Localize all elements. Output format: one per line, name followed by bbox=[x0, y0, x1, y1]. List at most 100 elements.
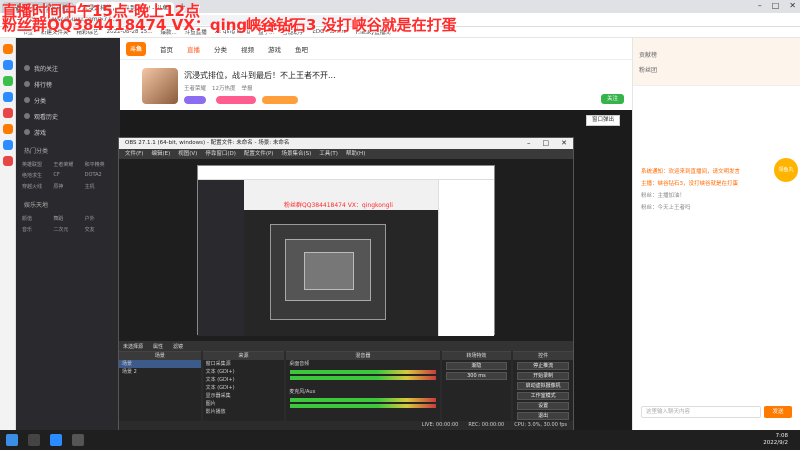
sidebar-item-label: 观看历史 bbox=[34, 113, 59, 121]
minimize-icon[interactable]: – bbox=[758, 1, 762, 10]
sidebar-item-games[interactable]: 游戏 bbox=[16, 124, 120, 140]
report-link[interactable]: 举报 bbox=[242, 84, 253, 92]
app-icon[interactable] bbox=[2, 44, 13, 54]
send-button[interactable]: 发送 bbox=[764, 406, 792, 418]
app-icon[interactable] bbox=[2, 92, 13, 102]
obs-title: OBS 27.1.1 (64-bit, windows) - 配置文件: 未命名… bbox=[125, 140, 290, 146]
streamer-avatar[interactable] bbox=[142, 68, 178, 104]
contribution-tab[interactable]: 贡献榜 bbox=[639, 50, 800, 59]
menu-file[interactable]: 文件(F) bbox=[125, 149, 143, 159]
chat-input[interactable]: 这里输入聊天内容 bbox=[641, 406, 761, 418]
fan-club-tab[interactable]: 粉丝团 bbox=[639, 65, 800, 74]
dock-title: 来源 bbox=[202, 352, 285, 360]
source-item[interactable]: 文本 (GDI+) bbox=[203, 376, 285, 384]
stop-stream-button[interactable]: 停止推流 bbox=[517, 362, 570, 370]
popout-button[interactable]: 窗口弹出 bbox=[586, 115, 621, 126]
nested-browser-capture: 粉丝群QQ384418474 VX：qingkongli bbox=[197, 165, 495, 336]
app-icon[interactable] bbox=[2, 140, 13, 150]
category-link[interactable]: 户外 bbox=[85, 215, 114, 222]
windows-start-icon[interactable] bbox=[6, 434, 18, 446]
obs-taskbar-icon[interactable] bbox=[72, 434, 84, 446]
source-item[interactable]: 文本 (GDI+) bbox=[203, 384, 285, 392]
nav-games[interactable]: 游戏 bbox=[268, 44, 281, 54]
obs-preview[interactable]: 粉丝群QQ384418474 VX：qingkongli bbox=[119, 159, 573, 341]
menu-docks[interactable]: 停靠窗口(D) bbox=[205, 149, 236, 159]
studio-mode-button[interactable]: 工作室模式 bbox=[517, 392, 570, 400]
category-link[interactable]: DOTA2 bbox=[85, 172, 114, 179]
exit-button[interactable]: 退出 bbox=[517, 412, 570, 420]
volume-meter bbox=[290, 370, 436, 374]
category-link[interactable]: CF bbox=[53, 172, 82, 179]
menu-edit[interactable]: 编辑(E) bbox=[151, 149, 170, 159]
duration-input[interactable]: 300 ms bbox=[445, 372, 508, 380]
menu-profile[interactable]: 配置文件(P) bbox=[244, 149, 274, 159]
category-link[interactable]: 英雄联盟 bbox=[22, 161, 51, 168]
category-link[interactable]: 交友 bbox=[85, 226, 114, 233]
search-icon[interactable] bbox=[28, 434, 40, 446]
activity-badge bbox=[262, 96, 298, 104]
app-icon[interactable] bbox=[2, 156, 13, 166]
volume-slider[interactable] bbox=[290, 376, 436, 380]
douyu-logo[interactable]: 斗鱼 bbox=[126, 41, 146, 56]
chat-header: 贡献榜 粉丝团 bbox=[633, 38, 800, 86]
grid-icon bbox=[24, 97, 30, 103]
close-icon[interactable]: ✕ bbox=[789, 1, 796, 10]
follow-button[interactable]: 关注 bbox=[600, 94, 624, 104]
virtual-camera-button[interactable]: 启动虚拟摄像机 bbox=[517, 382, 570, 390]
category-link[interactable]: 和平精英 bbox=[85, 161, 114, 168]
menu-help[interactable]: 帮助(H) bbox=[346, 149, 365, 159]
category-link[interactable]: 王者荣耀 bbox=[53, 161, 82, 168]
volume-slider[interactable] bbox=[290, 404, 436, 408]
volume-meter bbox=[290, 398, 436, 402]
nav-live[interactable]: 直播 bbox=[187, 44, 200, 54]
transition-select[interactable]: 渐隐 bbox=[445, 362, 508, 370]
heart-icon bbox=[24, 65, 30, 71]
category-link[interactable]: 音乐 bbox=[22, 226, 51, 233]
category-link[interactable]: 绝地求生 bbox=[22, 172, 51, 179]
source-item[interactable]: 影片播放 bbox=[203, 408, 285, 416]
dock-title: 混音器 bbox=[286, 352, 440, 360]
menu-tools[interactable]: 工具(T) bbox=[319, 149, 338, 159]
close-icon[interactable]: ✕ bbox=[561, 138, 567, 149]
category-link[interactable]: 颜值 bbox=[22, 215, 51, 222]
category-link[interactable]: 舞蹈 bbox=[53, 215, 82, 222]
source-item[interactable]: 文本 (GDI+) bbox=[203, 368, 285, 376]
sidebar-item-follow[interactable]: 我的关注 bbox=[16, 60, 120, 76]
gift-badge[interactable]: 领鱼丸 bbox=[774, 158, 798, 182]
source-item[interactable]: 显示器采集 bbox=[203, 392, 285, 400]
nav-category[interactable]: 分类 bbox=[214, 44, 227, 54]
sidebar-item-category[interactable]: 分类 bbox=[16, 92, 120, 108]
app-icon[interactable] bbox=[2, 60, 13, 70]
app-icon[interactable] bbox=[2, 76, 13, 86]
maximize-icon[interactable]: □ bbox=[543, 138, 550, 149]
browser-taskbar-icon[interactable] bbox=[50, 434, 62, 446]
nav-video[interactable]: 视频 bbox=[241, 44, 254, 54]
scene-item[interactable]: 场景 2 bbox=[119, 368, 201, 376]
scene-item[interactable]: 场景 bbox=[119, 360, 201, 368]
category-link[interactable]: 原神 bbox=[53, 183, 82, 190]
nav-yuba[interactable]: 鱼吧 bbox=[295, 44, 308, 54]
category-link[interactable]: 穿越火线 bbox=[22, 183, 51, 190]
maximize-icon[interactable]: □ bbox=[772, 1, 780, 10]
settings-button[interactable]: 设置 bbox=[517, 402, 570, 410]
filters-button[interactable]: 滤镜 bbox=[173, 343, 183, 350]
gamepad-icon bbox=[24, 129, 30, 135]
room-header: 沉浸式排位，战斗到最后！不上王者不开... 王者荣耀 12万热度 举报 关注 bbox=[120, 60, 632, 110]
sidebar-item-rank[interactable]: 排行榜 bbox=[16, 76, 120, 92]
no-source-label: 未选择源 bbox=[123, 343, 144, 350]
menu-scene-collection[interactable]: 场景集合(S) bbox=[281, 149, 311, 159]
nested-obs-capture bbox=[270, 224, 386, 320]
start-recording-button[interactable]: 开始录制 bbox=[517, 372, 570, 380]
menu-view[interactable]: 视图(V) bbox=[178, 149, 197, 159]
sidebar-item-history[interactable]: 观看历史 bbox=[16, 108, 120, 124]
nav-home[interactable]: 首页 bbox=[160, 44, 173, 54]
category-link[interactable]: 主机 bbox=[85, 183, 114, 190]
app-icon[interactable] bbox=[2, 108, 13, 118]
source-item[interactable]: 图片 bbox=[203, 400, 285, 408]
category-link[interactable]: 二次元 bbox=[53, 226, 82, 233]
room-category[interactable]: 王者荣耀 bbox=[184, 84, 206, 92]
source-item[interactable]: 窗口采集源 bbox=[203, 360, 285, 368]
app-icon[interactable] bbox=[2, 124, 13, 134]
properties-button[interactable]: 属性 bbox=[153, 343, 163, 350]
minimize-icon[interactable]: – bbox=[527, 138, 531, 149]
